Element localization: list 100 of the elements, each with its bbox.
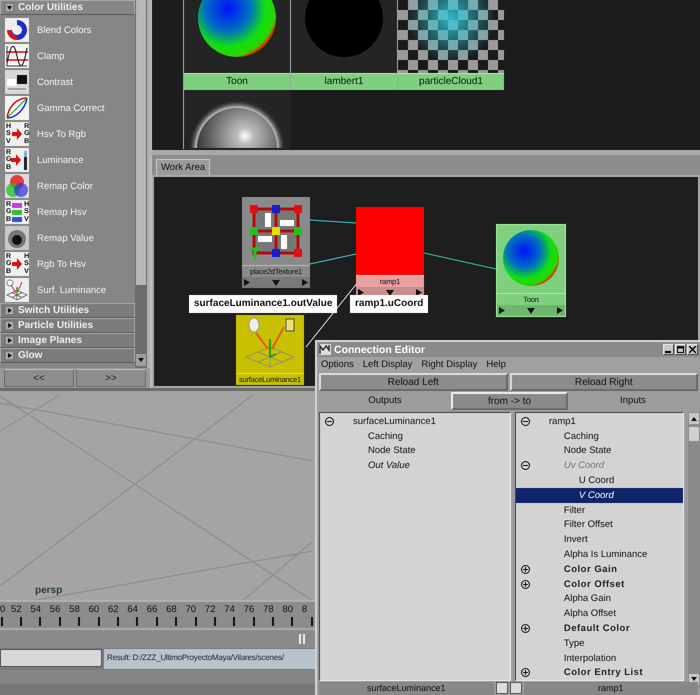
menu-item[interactable]: Options [321,359,354,370]
attribute-row[interactable]: Alpha Offset [516,606,683,622]
frame-number: 0 [0,604,6,615]
node-name-field: surfaceLuminance1 [319,682,494,695]
frame-number: 54 [30,604,41,615]
section-header[interactable]: Particle Utilities [0,318,135,333]
grid-plane-icon [5,278,29,302]
attribute-row[interactable]: Alpha Is Luminance [516,547,683,562]
small-button[interactable] [496,682,508,694]
frame-number: 66 [146,604,158,615]
frame-number: 62 [108,604,119,615]
reload-button[interactable]: Reload Left [319,373,508,391]
frame-number: 64 [127,604,138,615]
caret-icon [5,336,14,345]
attribute-row[interactable]: V Coord [516,488,683,503]
attribute-row[interactable]: Color Offset [516,576,683,592]
collapse-icon [325,416,334,426]
port-bar-drawing [242,277,310,288]
squares-icon [5,70,29,94]
direction-button[interactable]: from -> to [451,392,568,410]
expand-icon [520,564,530,574]
collapse-icon [520,461,530,470]
connection-line [310,220,356,224]
caret-icon [5,3,14,12]
small-button[interactable] [510,682,522,694]
attribute-row[interactable]: Caching [320,428,510,444]
swatch-label: Toon [184,73,290,90]
attribute-row[interactable]: Filter Offset [516,518,683,532]
attribute-row[interactable]: Color Entry List [516,666,683,680]
window-title: Connection Editor [334,344,425,356]
close-button[interactable] [687,344,698,355]
attribute-row[interactable]: Default Color [516,621,683,636]
maximize-button[interactable] [675,344,686,355]
menu-item[interactable]: Help [486,359,506,370]
frame-number: 68 [166,604,177,615]
frame-number: 56 [50,604,60,615]
swatch-label: lambert1 [291,73,397,90]
section-header[interactable]: Glow [0,348,135,363]
collapse-icon [520,416,530,426]
solid-swatch-drawing [356,207,424,275]
close-icon [689,346,696,353]
nav-button[interactable]: >> [76,369,146,387]
frame-number: 70 [186,604,196,615]
attribute-row[interactable]: ramp1 [516,414,683,429]
attribute-row[interactable]: Interpolation [516,650,683,666]
port-bar-drawing [497,305,565,316]
reload-button[interactable]: Reload Right [510,373,698,391]
expand-icon [520,624,530,634]
connection-tooltip: ramp1.uCoord [350,295,428,313]
attribute-row[interactable]: Color Gain [516,562,683,577]
expand-icon [520,668,530,678]
attribute-row[interactable]: Caching [516,428,683,444]
connection-tooltip: surfaceLuminance1.outValue [189,295,338,313]
frame-number: 60 [88,604,100,615]
frame-number: 8 [302,604,308,615]
section-header[interactable]: Switch Utilities [0,303,135,318]
frame-number: 80 [282,604,294,615]
attribute-row[interactable]: U Coord [516,473,683,488]
section-header[interactable]: Image Planes [0,333,135,348]
attribute-row[interactable]: Out Value [320,458,510,474]
swatch-tile[interactable]: lambert1 [290,0,397,90]
menu-item[interactable]: Left Display [362,359,412,370]
frame-number: 52 [11,604,22,615]
color-bars-icon [12,201,22,223]
minimize-button[interactable] [663,344,674,355]
caret-icon [5,321,14,330]
swatch-tile[interactable]: Toon [183,0,290,90]
attribute-row[interactable]: Alpha Gain [516,592,683,606]
attribute-row[interactable]: Filter [516,502,683,518]
attribute-row[interactable]: Node State [320,444,510,458]
caret-icon [5,306,14,315]
frame-number: 72 [204,604,216,615]
node-name-field: ramp1 [524,682,698,695]
attribute-row[interactable]: Node State [516,444,683,458]
frame-number: 58 [69,604,80,615]
caret-icon [5,351,14,360]
swatch-tile[interactable]: particleCloud1 [397,0,504,90]
frame-number: 78 [263,604,274,615]
nav-button[interactable]: << [4,369,74,387]
expand-icon [520,580,530,589]
work-area-tab[interactable]: Work Area [156,159,210,175]
frame-number: 76 [244,604,254,615]
maximize-icon [677,346,684,353]
attribute-row[interactable]: Type [516,636,683,651]
command-field[interactable] [0,649,102,667]
inputs-label: Inputs [619,394,647,408]
gauge-icon [22,149,28,171]
menu-item[interactable]: Right Display [421,359,478,370]
camera-label: persp [35,585,62,596]
color-circles-icon [5,174,29,198]
outputs-label: Outputs [367,394,403,408]
curves-icon [5,96,29,120]
swirl-icon [5,18,29,42]
frame-number: 74 [224,604,235,615]
attribute-row[interactable]: Invert [516,532,683,548]
attribute-row[interactable]: surfaceLuminance1 [320,414,510,429]
swatch-label: particleCloud1 [398,73,504,90]
pause-icon [298,634,307,644]
app-logo-icon [319,344,331,355]
wave-graph-icon [5,44,29,68]
